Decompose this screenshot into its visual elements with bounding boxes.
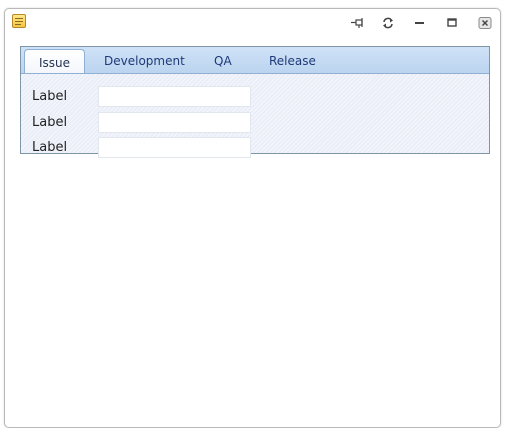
pin-button[interactable] — [350, 17, 364, 29]
tab-strip: Issue Development QA Release — [21, 47, 489, 74]
title-bar[interactable] — [5, 9, 500, 37]
refresh-button[interactable] — [381, 17, 395, 29]
field-label: Label — [32, 140, 68, 155]
tab-panel: Issue Development QA Release Label Label… — [20, 46, 490, 158]
minimize-icon — [415, 22, 424, 24]
tab-development[interactable]: Development — [104, 54, 185, 68]
app-window: Issue Development QA Release Label Label… — [4, 8, 501, 428]
notepad-icon — [12, 14, 26, 28]
text-field[interactable] — [98, 137, 251, 158]
maximize-icon — [447, 18, 457, 27]
form-row: Label — [21, 137, 489, 159]
field-label: Label — [32, 115, 68, 130]
form-row: Label — [21, 112, 489, 134]
close-button[interactable] — [478, 17, 492, 29]
maximize-button[interactable] — [445, 17, 459, 29]
refresh-icon — [383, 17, 393, 29]
minimize-button[interactable] — [413, 17, 427, 29]
close-icon — [478, 17, 492, 29]
tab-issue[interactable]: Issue — [24, 49, 86, 73]
form-row: Label — [21, 86, 489, 108]
tab-release[interactable]: Release — [269, 54, 316, 68]
pin-icon — [351, 18, 363, 28]
tab-qa[interactable]: QA — [214, 54, 232, 68]
field-label: Label — [32, 89, 68, 104]
text-field[interactable] — [98, 112, 251, 133]
text-field[interactable] — [98, 86, 251, 107]
